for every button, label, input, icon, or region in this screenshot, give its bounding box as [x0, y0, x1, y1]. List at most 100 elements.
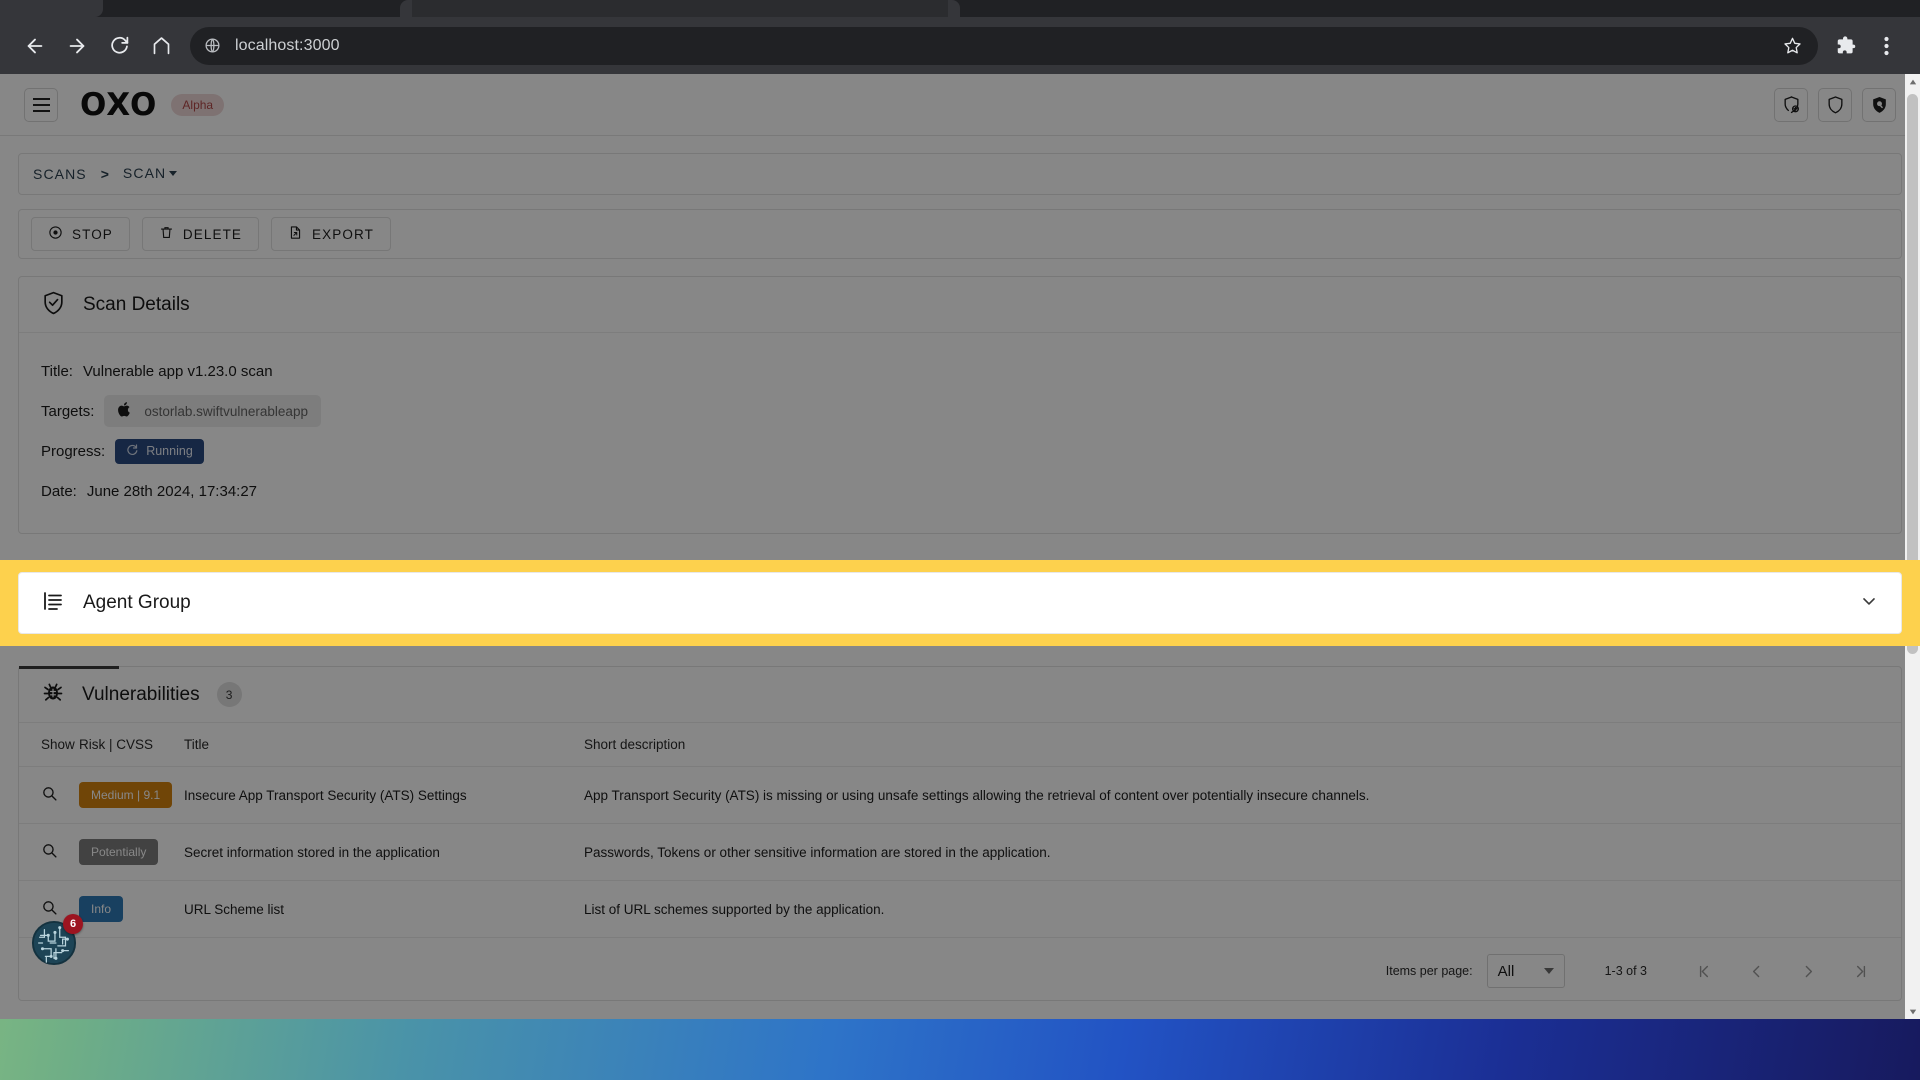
apple-icon [117, 401, 132, 421]
last-page-icon[interactable] [1841, 952, 1879, 990]
vulnerability-title[interactable]: Insecure App Transport Security (ATS) Se… [184, 766, 584, 824]
scan-title-value: Vulnerable app v1.23.0 scan [82, 362, 273, 380]
circuit-app-icon[interactable]: 6 [31, 914, 83, 966]
column-header-show: Show [19, 723, 79, 767]
scan-targets-row: Targets: ostorlab.swiftvulnerableapp [41, 391, 1879, 431]
table-header-row: Show Risk | CVSS Title Short description [19, 723, 1901, 767]
table-paginator: Items per page: All 1-3 of 3 [19, 938, 1901, 1000]
vulnerability-title[interactable]: URL Scheme list [184, 880, 584, 938]
next-page-icon[interactable] [1789, 952, 1827, 990]
vulnerability-description: App Transport Security (ATS) is missing … [584, 766, 1901, 824]
address-bar-text[interactable]: localhost:3000 [235, 37, 1783, 55]
export-button-label: EXPORT [312, 226, 374, 242]
vulnerabilities-header: Vulnerabilities 3 [19, 667, 1901, 723]
pagination-range-label: 1-3 of 3 [1604, 964, 1647, 978]
items-per-page-label: Items per page: [1385, 964, 1473, 978]
vulnerabilities-card: Vulnerabilities 3 Show Risk | CVSS Title… [18, 666, 1902, 1001]
page-content: SCANS > SCAN STOP DELETE EXPORT Scan Det… [0, 153, 1920, 1019]
magnifier-icon[interactable] [41, 901, 58, 919]
vulnerabilities-table: Show Risk | CVSS Title Short description [19, 723, 1901, 938]
home-button[interactable] [140, 25, 182, 67]
vulnerabilities-title: Vulnerabilities [82, 683, 200, 705]
browser-window: localhost:3000 OXO Alpha SCANS > SCAN ST… [0, 0, 1920, 1019]
scan-title-row: Title: Vulnerable app v1.23.0 scan [41, 351, 1879, 391]
target-chip[interactable]: ostorlab.swiftvulnerableapp [104, 395, 321, 427]
agent-group-title: Agent Group [83, 592, 191, 613]
chevron-down-icon [1543, 968, 1554, 974]
items-per-page-value: All [1497, 962, 1515, 980]
scan-details-card: Scan Details Title: Vulnerable app v1.23… [18, 276, 1902, 534]
chevron-down-icon [169, 171, 178, 177]
scan-progress-label: Progress: [41, 442, 106, 460]
browser-toolbar: localhost:3000 [0, 17, 1920, 74]
first-page-icon[interactable] [1685, 952, 1723, 990]
scan-details-body: Title: Vulnerable app v1.23.0 scan Targe… [19, 333, 1901, 533]
bookmark-star-icon[interactable] [1783, 36, 1802, 55]
address-bar[interactable]: localhost:3000 [190, 26, 1818, 65]
export-button[interactable]: EXPORT [271, 217, 391, 251]
app-header: OXO Alpha [0, 74, 1920, 136]
site-info-icon[interactable] [204, 37, 221, 54]
table-row[interactable]: Potentially Secret information stored in… [19, 823, 1901, 881]
breadcrumb: SCANS > SCAN [18, 153, 1902, 195]
column-header-description: Short description [584, 723, 1901, 767]
back-button[interactable] [14, 25, 56, 67]
magnifier-icon[interactable] [41, 787, 58, 805]
breadcrumb-separator: > [100, 166, 109, 182]
column-header-title: Title [184, 723, 584, 767]
scan-date-row: Date: June 28th 2024, 17:34:27 [41, 471, 1879, 511]
scan-progress-row: Progress: Running [41, 431, 1879, 471]
table-row[interactable]: Info URL Scheme list List of URL schemes… [19, 880, 1901, 938]
scan-action-bar: STOP DELETE EXPORT [18, 209, 1902, 259]
browser-tab-left[interactable] [0, 0, 103, 17]
shield-search-icon[interactable] [1862, 87, 1896, 122]
browser-tab-active-inner [412, 0, 948, 17]
status-badge: Info [79, 896, 124, 922]
magnifier-icon[interactable] [41, 844, 58, 862]
hamburger-line [32, 109, 50, 112]
file-export-icon [288, 225, 303, 243]
delete-button-label: DELETE [182, 226, 243, 242]
stop-button-label: STOP [72, 226, 113, 242]
chrome-menu-button[interactable] [1866, 26, 1906, 66]
show-cell[interactable] [19, 823, 79, 881]
status-badge: Potentially [79, 839, 159, 865]
stop-button[interactable]: STOP [31, 217, 130, 251]
extensions-button[interactable] [1826, 26, 1866, 66]
breadcrumb-scans-link[interactable]: SCANS [33, 166, 87, 182]
vulnerabilities-count-badge: 3 [216, 682, 242, 707]
vulnerability-title[interactable]: Secret information stored in the applica… [184, 823, 584, 881]
notification-badge: 6 [63, 914, 83, 934]
page-viewport: OXO Alpha SCANS > SCAN STOP DELETE EXPOR… [0, 74, 1920, 1019]
shield-check-icon [41, 290, 66, 320]
active-tab-indicator [19, 666, 119, 669]
breadcrumb-scan-menu[interactable]: SCAN [123, 165, 178, 183]
menu-toggle-button[interactable] [24, 87, 58, 122]
progress-status-badge: Running [115, 438, 204, 464]
scan-targets-label: Targets: [41, 402, 95, 420]
delete-button[interactable]: DELETE [141, 217, 260, 251]
prev-page-icon[interactable] [1737, 952, 1775, 990]
items-per-page-select[interactable]: All [1486, 954, 1565, 988]
shield-icon[interactable] [1818, 87, 1852, 122]
scan-date-label: Date: [41, 482, 77, 500]
app-logo: OXO [80, 86, 158, 123]
list-lines-icon [41, 589, 65, 618]
agent-group-accordion[interactable]: Agent Group [18, 572, 1902, 634]
stop-circle-icon [48, 225, 63, 243]
table-row[interactable]: Medium | 9.1 Insecure App Transport Secu… [19, 766, 1901, 824]
page-scrollbar[interactable] [1905, 74, 1920, 1019]
scrollbar-down-arrow[interactable] [1905, 1004, 1920, 1019]
risk-cell: Medium | 9.1 [79, 766, 184, 824]
forward-button[interactable] [56, 25, 98, 67]
bug-icon [41, 680, 65, 709]
chevron-down-icon[interactable] [1859, 591, 1879, 616]
shield-plus-icon[interactable] [1774, 87, 1808, 122]
scrollbar-up-arrow[interactable] [1905, 74, 1920, 89]
vulnerabilities-table-body: Medium | 9.1 Insecure App Transport Secu… [19, 766, 1901, 938]
progress-status-label: Running [146, 444, 193, 458]
show-cell[interactable] [19, 766, 79, 824]
target-chip-label: ostorlab.swiftvulnerableapp [144, 403, 308, 419]
scan-date-value: June 28th 2024, 17:34:27 [86, 482, 258, 500]
reload-button[interactable] [98, 25, 140, 67]
